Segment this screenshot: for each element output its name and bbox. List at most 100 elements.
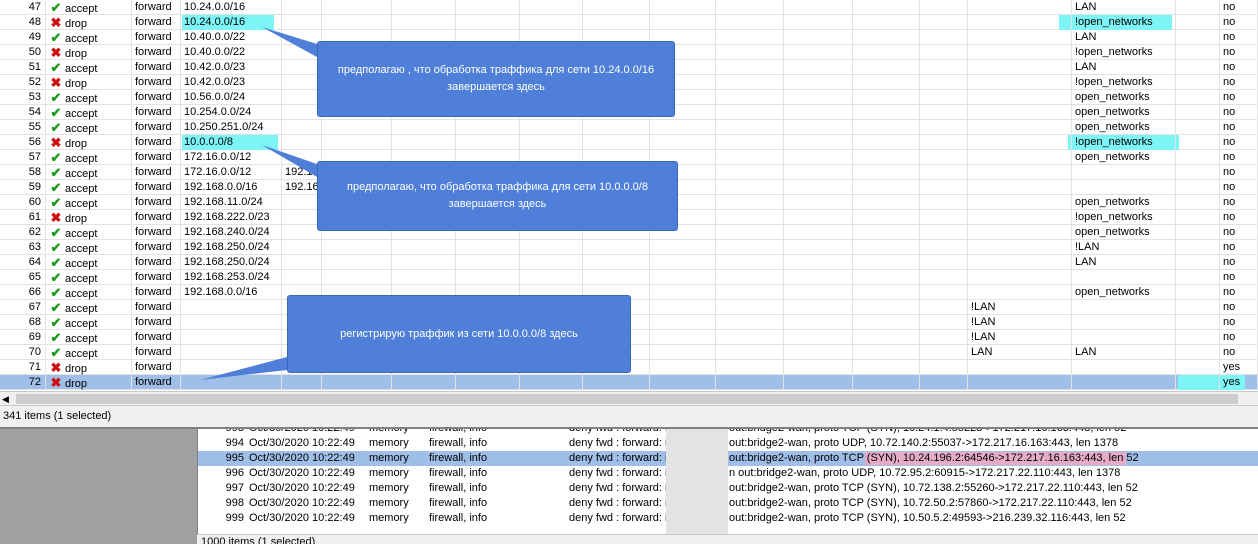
- empty-cell: [456, 255, 520, 270]
- rule-row[interactable]: 64 ✔ accept forward 192.168.250.0/24 LAN no: [0, 255, 1258, 270]
- log-table: 993 Oct/30/2020 10:22:49 memory firewall, i…: [197, 427, 1258, 534]
- rule-src-address: 10.0.0.0/8: [181, 135, 282, 150]
- empty-cell: [853, 0, 920, 15]
- empty-cell: [456, 120, 520, 135]
- empty-cell: [920, 150, 968, 165]
- rule-action: ✖ drop: [46, 135, 132, 150]
- rule-action: ✖ drop: [46, 15, 132, 30]
- log-time: Oct/30/2020 10:22:49: [249, 427, 355, 434]
- rule-number: 57: [0, 150, 46, 165]
- empty-cell: [716, 135, 784, 150]
- rule-action: ✔ accept: [46, 315, 132, 330]
- log-buffer: memory: [369, 482, 409, 494]
- empty-cell: [784, 270, 853, 285]
- empty-cell: [853, 375, 920, 390]
- rule-log: no: [1220, 150, 1258, 165]
- scrollbar-thumb[interactable]: [16, 394, 1238, 404]
- log-number: 999: [225, 512, 244, 524]
- empty-cell: [853, 270, 920, 285]
- empty-cell: [784, 375, 853, 390]
- empty-cell: [392, 255, 456, 270]
- rule-action-label: accept: [65, 273, 98, 285]
- log-message: out:bridge2-wan, proto TCP (SYN), 10.24.…: [729, 427, 1127, 434]
- log-time: Oct/30/2020 10:22:49: [249, 467, 355, 479]
- empty-cell: [784, 360, 853, 375]
- rule-row[interactable]: 47 ✔ accept forward 10.24.0.0/16 LAN no: [0, 0, 1258, 15]
- check-icon: ✔: [50, 255, 62, 270]
- empty-cell: [716, 60, 784, 75]
- log-side-panel: [0, 427, 197, 544]
- rule-action: ✔ accept: [46, 30, 132, 45]
- empty-cell: [716, 120, 784, 135]
- rule-row[interactable]: 48 ✖ drop forward 10.24.0.0/16 !open_networks…: [0, 15, 1258, 30]
- rule-action-label: accept: [65, 318, 98, 330]
- empty-cell: [920, 120, 968, 135]
- rule-row[interactable]: 56 ✖ drop forward 10.0.0.0/8 !open_networks no: [0, 135, 1258, 150]
- rule-action-label: accept: [65, 303, 98, 315]
- empty-cell: [1176, 75, 1220, 90]
- rule-action-label: accept: [65, 258, 98, 270]
- empty-cell: [716, 165, 784, 180]
- rule-dst-address: [282, 15, 322, 30]
- rule-action: ✔ accept: [46, 345, 132, 360]
- rule-in-interface-list: [968, 0, 1072, 15]
- empty-cell: [650, 330, 716, 345]
- log-row[interactable]: 997 Oct/30/2020 10:22:49 memory firewall, i…: [198, 481, 1258, 496]
- rule-chain: forward: [132, 15, 181, 30]
- rule-number: 48: [0, 15, 46, 30]
- rule-action-label: accept: [65, 168, 98, 180]
- rule-src-address: 192.168.0.0/16: [181, 285, 282, 300]
- empty-cell: [583, 375, 650, 390]
- rule-row[interactable]: 55 ✔ accept forward 10.250.251.0/24 open_netw…: [0, 120, 1258, 135]
- rule-number: 47: [0, 0, 46, 15]
- rule-src-address: 10.254.0.0/24: [181, 105, 282, 120]
- check-icon: ✔: [50, 240, 62, 255]
- check-icon: ✔: [50, 315, 62, 330]
- log-message: out:bridge2-wan, proto TCP (SYN), 10.72.…: [729, 482, 1138, 494]
- log-row[interactable]: 993 Oct/30/2020 10:22:49 memory firewall, i…: [198, 427, 1258, 436]
- empty-cell: [392, 0, 456, 15]
- rule-action: ✔ accept: [46, 180, 132, 195]
- rule-out-interface-list: !open_networks: [1072, 135, 1176, 150]
- rule-out-interface-list: [1072, 375, 1176, 390]
- empty-cell: [853, 90, 920, 105]
- rule-action-label: accept: [65, 333, 98, 345]
- rule-log: no: [1220, 255, 1258, 270]
- log-row[interactable]: 999 Oct/30/2020 10:22:49 memory firewall, i…: [198, 511, 1258, 526]
- rule-in-interface-list: [968, 105, 1072, 120]
- rule-action: ✔ accept: [46, 120, 132, 135]
- empty-cell: [1176, 0, 1220, 15]
- empty-cell: [784, 345, 853, 360]
- empty-cell: [716, 180, 784, 195]
- empty-cell: [920, 225, 968, 240]
- rule-action: ✖ drop: [46, 210, 132, 225]
- rule-in-interface-list: [968, 90, 1072, 105]
- rule-row[interactable]: 63 ✔ accept forward 192.168.250.0/24 !LAN no: [0, 240, 1258, 255]
- empty-cell: [784, 225, 853, 240]
- horizontal-scrollbar[interactable]: ◀: [0, 391, 1258, 405]
- empty-cell: [1176, 270, 1220, 285]
- rule-out-interface-list: [1072, 300, 1176, 315]
- log-item-count: 1000 items (1 selected): [201, 536, 316, 544]
- empty-cell: [520, 135, 583, 150]
- rule-chain: forward: [132, 60, 181, 75]
- log-row[interactable]: 998 Oct/30/2020 10:22:49 memory firewall, i…: [198, 496, 1258, 511]
- log-topics: firewall, info: [429, 467, 488, 479]
- empty-cell: [784, 150, 853, 165]
- rule-number: 55: [0, 120, 46, 135]
- rule-number: 62: [0, 225, 46, 240]
- rule-action: ✖ drop: [46, 375, 132, 390]
- rule-log: no: [1220, 90, 1258, 105]
- empty-cell: [650, 315, 716, 330]
- rule-row[interactable]: 72 ✖ drop forward yes: [0, 375, 1258, 390]
- cross-icon: ✖: [50, 75, 62, 90]
- rule-log: no: [1220, 60, 1258, 75]
- scroll-left-arrow-icon[interactable]: ◀: [2, 392, 9, 406]
- empty-cell: [784, 300, 853, 315]
- log-row[interactable]: 996 Oct/30/2020 10:22:49 memory firewall, i…: [198, 466, 1258, 481]
- rule-chain: forward: [132, 375, 181, 390]
- rule-row[interactable]: 65 ✔ accept forward 192.168.253.0/24 no: [0, 270, 1258, 285]
- log-row[interactable]: 995 Oct/30/2020 10:22:49 memory firewall, i…: [198, 451, 1258, 466]
- log-row[interactable]: 994 Oct/30/2020 10:22:49 memory firewall, i…: [198, 436, 1258, 451]
- empty-cell: [853, 255, 920, 270]
